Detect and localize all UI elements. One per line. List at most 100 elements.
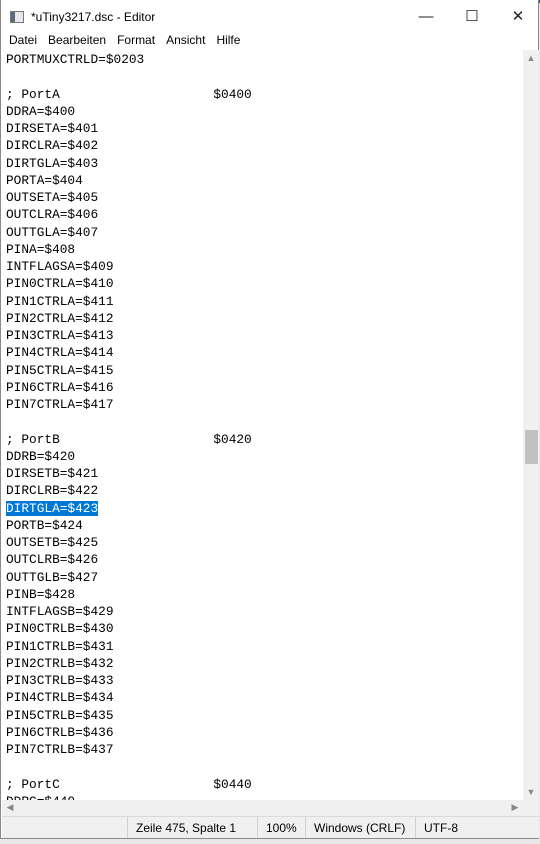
text-line: OUTCLRB=$426 xyxy=(6,551,523,568)
vertical-scrollbar[interactable]: ▲ ▼ xyxy=(523,50,539,800)
horizontal-scrollbar[interactable]: ◀ ▶ xyxy=(2,800,523,816)
menu-datei[interactable]: Datei xyxy=(1,31,42,49)
minimize-button[interactable]: — xyxy=(403,3,449,29)
line-text: OUTCLRA=$406 xyxy=(6,207,99,223)
text-line: PORTB=$424 xyxy=(6,517,523,534)
text-line: ; PortA $0400 xyxy=(6,86,523,103)
menu-hilfe[interactable]: Hilfe xyxy=(210,31,245,49)
line-text: PIN4CTRLA=$414 xyxy=(6,345,114,361)
line-text: PIN7CTRLA=$417 xyxy=(6,397,114,412)
line-text: PIN0CTRLB=$430 xyxy=(6,621,114,637)
line-text: PORTA=$404 xyxy=(6,172,83,188)
menu-bearbeiten[interactable]: Bearbeiten xyxy=(42,31,111,49)
line-text: PIN1CTRLA=$411 xyxy=(6,293,114,309)
line-text: DIRTGLA=$403 xyxy=(6,155,99,171)
text-line: PIN2CTRLA=$412 xyxy=(6,310,523,327)
line-text: PIN4CTRLB=$434 xyxy=(6,690,114,706)
line-text: PINB=$428 xyxy=(6,586,76,602)
status-line-ending: Windows (CRLF) xyxy=(305,817,415,838)
text-line: PORTMUXCTRLD=$0203 xyxy=(6,51,523,68)
close-button[interactable]: ✕ xyxy=(495,3,540,29)
line-text: PIN3CTRLA=$413 xyxy=(6,328,114,343)
text-line xyxy=(6,758,523,775)
text-line: PIN6CTRLB=$436 xyxy=(6,724,523,741)
status-spacer xyxy=(2,817,127,838)
scroll-down-icon[interactable]: ▼ xyxy=(523,787,539,797)
text-line: DDRB=$420 xyxy=(6,448,523,465)
line-text: DIRCLRB=$422 xyxy=(6,483,99,499)
line-text: DIRCLRA=$402 xyxy=(6,138,99,154)
line-text: PIN3CTRLB=$433 xyxy=(6,673,114,688)
text-line: OUTSETA=$405 xyxy=(6,189,523,206)
text-line: PIN3CTRLA=$413 xyxy=(6,327,523,344)
notepad-window: *uTiny3217.dsc - Editor — ☐ ✕ Datei Bear… xyxy=(0,0,539,839)
menu-format[interactable]: Format xyxy=(111,31,160,49)
text-line: PIN0CTRLB=$430 xyxy=(6,620,523,637)
line-text: PORTB=$424 xyxy=(6,517,83,533)
scroll-up-icon[interactable]: ▲ xyxy=(523,53,539,63)
text-line: OUTSETB=$425 xyxy=(6,534,523,551)
line-text: DDRA=$400 xyxy=(6,103,76,119)
text-line: PIN6CTRLA=$416 xyxy=(6,379,523,396)
line-text: INTFLAGSA=$409 xyxy=(6,259,114,274)
line-text: PIN6CTRLA=$416 xyxy=(6,379,114,395)
text-line: DIRTGLA=$423 xyxy=(6,500,523,517)
text-line xyxy=(6,68,523,85)
status-zoom: 100% xyxy=(257,817,305,838)
scroll-left-icon[interactable]: ◀ xyxy=(2,802,18,813)
scrollbar-corner xyxy=(523,800,539,816)
line-text: PIN2CTRLB=$432 xyxy=(6,655,114,671)
text-line: PIN4CTRLB=$434 xyxy=(6,689,523,706)
window-title: *uTiny3217.dsc - Editor xyxy=(31,10,156,24)
notepad-app-icon xyxy=(10,11,24,23)
text-line: DIRTGLA=$403 xyxy=(6,155,523,172)
text-line: INTFLAGSA=$409 xyxy=(6,258,523,275)
text-line: PINA=$408 xyxy=(6,241,523,258)
line-text: OUTTGLB=$427 xyxy=(6,569,99,585)
maximize-button[interactable]: ☐ xyxy=(449,3,495,29)
line-text: ; PortB $0420 xyxy=(6,431,252,447)
line-text: OUTSETA=$405 xyxy=(6,190,99,205)
text-line: PIN3CTRLB=$433 xyxy=(6,672,523,689)
text-line: INTFLAGSB=$429 xyxy=(6,603,523,620)
text-line: DIRCLRB=$422 xyxy=(6,482,523,499)
line-text: PIN2CTRLA=$412 xyxy=(6,310,114,326)
line-text: DIRSETA=$401 xyxy=(6,121,99,136)
text-line: OUTTGLB=$427 xyxy=(6,569,523,586)
line-text: ; PortC $0440 xyxy=(6,776,252,792)
text-line: PIN0CTRLA=$410 xyxy=(6,275,523,292)
line-text: PORTMUXCTRLD=$0203 xyxy=(6,52,145,67)
text-line: PIN1CTRLA=$411 xyxy=(6,293,523,310)
line-text: DDRB=$420 xyxy=(6,448,76,464)
text-line: DIRCLRA=$402 xyxy=(6,137,523,154)
text-line: PIN7CTRLB=$437 xyxy=(6,741,523,758)
text-line: DDRC=$440 xyxy=(6,793,523,800)
line-text: OUTSETB=$425 xyxy=(6,535,99,550)
line-text: PIN6CTRLB=$436 xyxy=(6,724,114,740)
line-text: OUTTGLA=$407 xyxy=(6,224,99,240)
line-text: OUTCLRB=$426 xyxy=(6,552,99,568)
text-line: PIN7CTRLA=$417 xyxy=(6,396,523,413)
text-line: PIN5CTRLA=$415 xyxy=(6,362,523,379)
line-text: PIN5CTRLA=$415 xyxy=(6,362,114,378)
text-line: PIN5CTRLB=$435 xyxy=(6,707,523,724)
text-line: DDRA=$400 xyxy=(6,103,523,120)
text-line: PORTA=$404 xyxy=(6,172,523,189)
text-line xyxy=(6,413,523,430)
vertical-scroll-thumb[interactable] xyxy=(525,430,538,464)
scroll-right-icon[interactable]: ▶ xyxy=(507,802,523,813)
text-line: OUTCLRA=$406 xyxy=(6,206,523,223)
line-text: PINA=$408 xyxy=(6,241,76,257)
text-line: OUTTGLA=$407 xyxy=(6,224,523,241)
text-line: PIN4CTRLA=$414 xyxy=(6,344,523,361)
text-line: PIN1CTRLB=$431 xyxy=(6,638,523,655)
text-line: PINB=$428 xyxy=(6,586,523,603)
text-line: ; PortB $0420 xyxy=(6,431,523,448)
menu-ansicht[interactable]: Ansicht xyxy=(160,31,210,49)
line-text: DIRSETB=$421 xyxy=(6,466,99,481)
line-text: PIN0CTRLA=$410 xyxy=(6,276,114,292)
text-line: DIRSETB=$421 xyxy=(6,465,523,482)
menu-bar: Datei Bearbeiten Format Ansicht Hilfe xyxy=(1,31,245,49)
line-text: PIN7CTRLB=$437 xyxy=(6,742,114,757)
text-editor[interactable]: PORTMUXCTRLD=$0203 ; PortA $0400 DDRA=$400… xyxy=(2,50,523,800)
